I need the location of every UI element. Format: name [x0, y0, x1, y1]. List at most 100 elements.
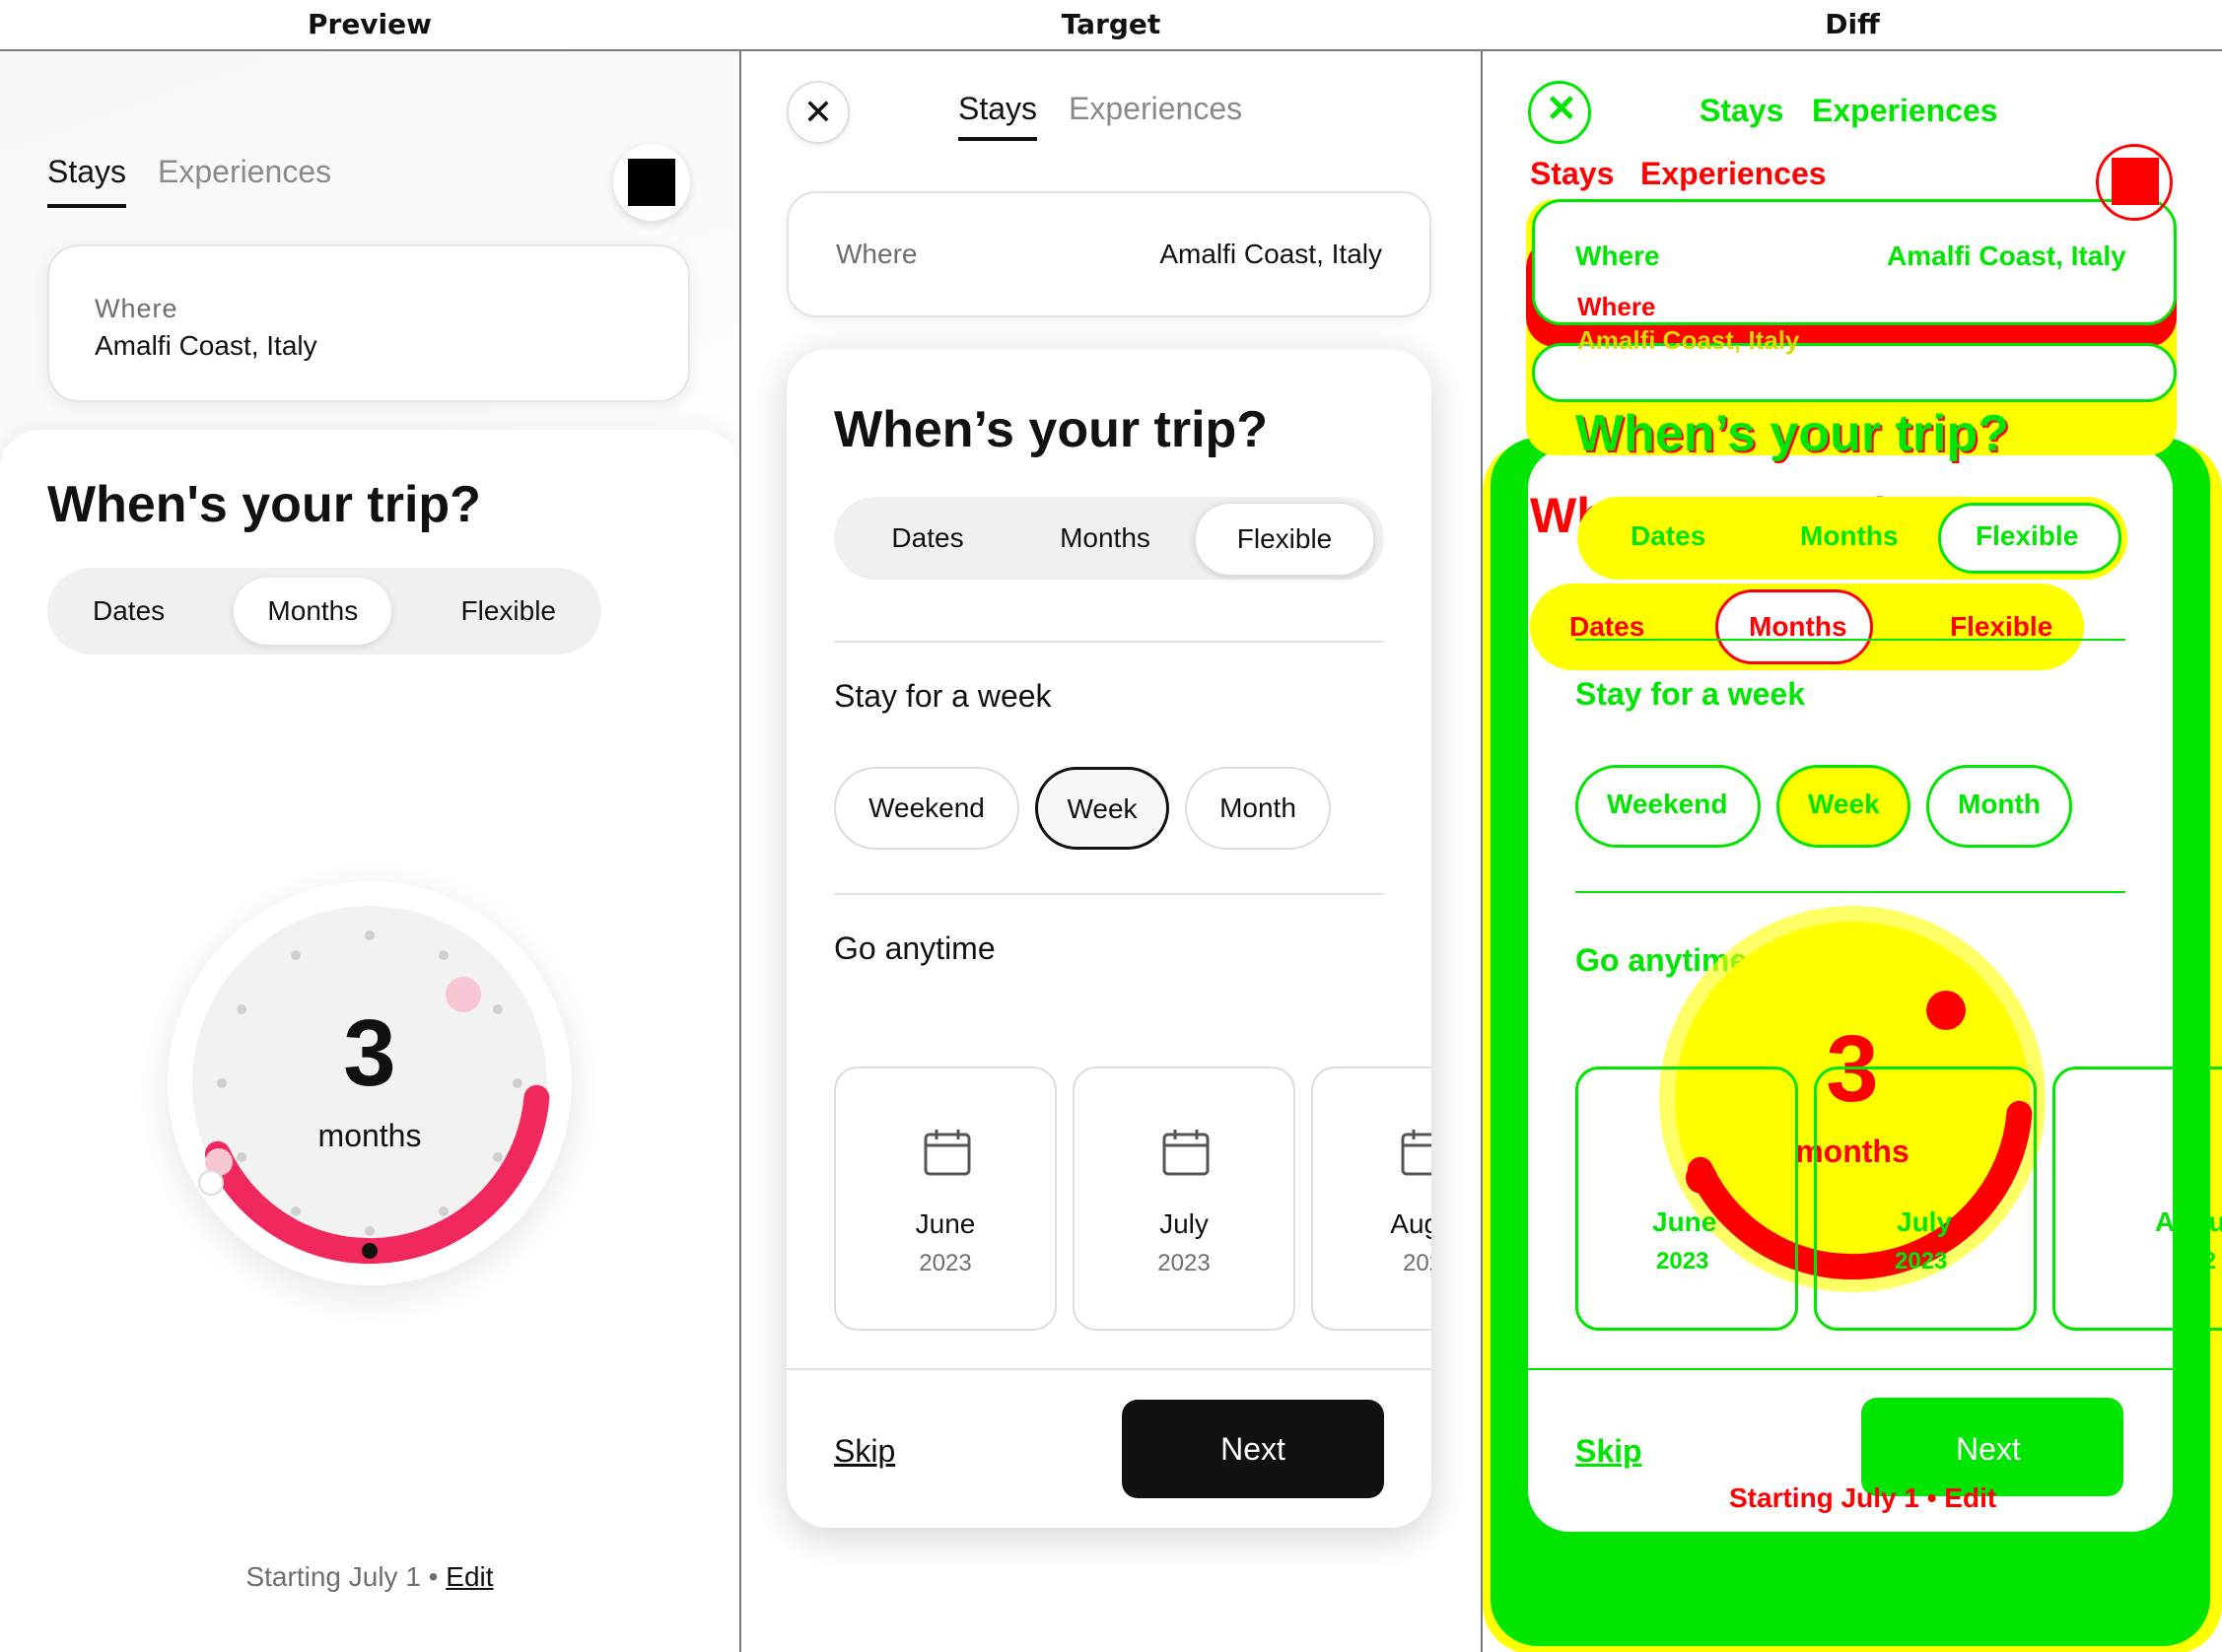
- tab-experiences[interactable]: Experiences: [158, 154, 331, 208]
- dial-tick: [365, 1226, 375, 1236]
- diff-footer-divider: [1528, 1368, 2173, 1370]
- target-tabs: Stays Experiences: [958, 91, 1242, 141]
- diff-tab-stays: Stays: [1700, 93, 1784, 128]
- where-label: Where: [836, 239, 918, 269]
- diff-month-year: 2023: [1895, 1248, 1948, 1274]
- target-panel-title: Target: [1061, 8, 1161, 40]
- starting-text: Starting July 1 • Edit: [0, 1561, 739, 1593]
- segment-months[interactable]: Months: [1011, 503, 1199, 574]
- diff-stay-heading: Stay for a week: [1575, 676, 1805, 712]
- preview-tabs: Stays Experiences: [47, 154, 331, 208]
- diff-where-value-yellow: Amalfi Coast, Italy: [1577, 325, 1800, 355]
- diff-starting: Starting July 1 • Edit: [1729, 1482, 1997, 1513]
- diff-month-name: Augu: [2155, 1206, 2222, 1237]
- preview-panel-title: Preview: [307, 8, 433, 40]
- diff-tab-stays-red: Stays: [1530, 156, 1615, 191]
- dial-value: 3: [343, 1000, 396, 1106]
- calendar-icon: [1401, 1130, 1431, 1176]
- square-icon: [2112, 158, 2159, 205]
- where-value: Amalfi Coast, Italy: [1159, 239, 1382, 269]
- diff-duration-weekend: Weekend: [1607, 789, 1728, 819]
- diff-month-card: [1575, 1067, 1798, 1331]
- month-card[interactable]: Augu 202: [1311, 1067, 1431, 1331]
- dial-unit: months: [317, 1118, 422, 1153]
- trip-heading: When's your trip?: [47, 476, 481, 533]
- square-icon: [628, 159, 675, 206]
- diff-panel: Where Amalfi Coast, Italy Where Amalfi C…: [1483, 51, 2222, 1652]
- tab-stays[interactable]: Stays: [47, 154, 127, 208]
- trip-sheet: When's your trip? Dates Months Flexible …: [0, 430, 739, 1652]
- diff-month-card: [1814, 1067, 2037, 1331]
- calendar-icon: [924, 1130, 971, 1176]
- diff-where-value: Amalfi Coast, Italy: [1887, 241, 2126, 271]
- preview-panel: Stays Experiences Where Amalfi Coast, It…: [0, 51, 739, 1652]
- duration-month[interactable]: Month: [1185, 767, 1331, 850]
- month-name: July: [1159, 1208, 1209, 1239]
- trip-heading: When’s your trip?: [834, 401, 1269, 458]
- dial-tick: [365, 930, 375, 940]
- month-year: 202: [1402, 1250, 1431, 1276]
- trip-sheet: When’s your trip? Dates Months Flexible …: [787, 349, 1431, 1528]
- diff-heading-green: When’s your trip?: [1575, 405, 2010, 462]
- diff-where-label-red: Where: [1577, 292, 1656, 321]
- diff-month-card: [2052, 1067, 2222, 1331]
- stay-heading: Stay for a week: [834, 678, 1052, 714]
- diff-divider: [1575, 891, 2125, 893]
- diff-duration-month: Month: [1958, 789, 2041, 819]
- duration-weekend[interactable]: Weekend: [834, 767, 1019, 850]
- footer-divider: [787, 1368, 1431, 1370]
- diff-month-year: 202: [2177, 1248, 2217, 1274]
- month-card[interactable]: June 2023: [834, 1067, 1057, 1331]
- target-panel: ✕ Stays Experiences Where Amalfi Coast, …: [741, 51, 1481, 1652]
- next-button[interactable]: Next: [1122, 1400, 1384, 1498]
- months-dial[interactable]: 3 months: [168, 881, 572, 1285]
- month-name: Augu: [1390, 1208, 1431, 1239]
- diff-month-name: June: [1652, 1206, 1717, 1237]
- dial-tick: [291, 1205, 301, 1216]
- diff-skip: Skip: [1575, 1433, 1642, 1469]
- where-value: Amalfi Coast, Italy: [95, 330, 317, 361]
- diff-tab-experiences-red: Experiences: [1640, 156, 1827, 191]
- close-button[interactable]: ✕: [787, 81, 850, 144]
- month-year: 2023: [1157, 1250, 1211, 1276]
- square-button[interactable]: [613, 144, 690, 221]
- dial-start-handle[interactable]: [198, 1170, 224, 1196]
- diff-seg-dates: Dates: [1631, 520, 1706, 551]
- month-name: June: [915, 1208, 976, 1239]
- where-card[interactable]: Where Amalfi Coast, Italy: [47, 244, 690, 402]
- date-mode-segmented-control: Dates Months Flexible: [834, 497, 1384, 580]
- diff-where-label: Where: [1575, 241, 1660, 271]
- tab-stays[interactable]: Stays: [958, 91, 1038, 141]
- month-year: 2023: [919, 1250, 972, 1276]
- diff-seg-months: Months: [1800, 520, 1899, 551]
- segment-dates[interactable]: Dates: [59, 578, 198, 645]
- segment-flexible[interactable]: Flexible: [428, 578, 590, 645]
- edit-link[interactable]: Edit: [446, 1561, 493, 1592]
- segment-months[interactable]: Months: [234, 578, 392, 645]
- dial-tick: [291, 950, 301, 961]
- where-card[interactable]: Where Amalfi Coast, Italy: [787, 191, 1431, 317]
- dial-center-dot: [362, 1243, 378, 1259]
- diff-divider: [1575, 639, 2125, 641]
- diff-month-year: 2023: [1656, 1248, 1709, 1274]
- month-card[interactable]: July 2023: [1073, 1067, 1295, 1331]
- calendar-icon: [1162, 1130, 1210, 1176]
- diff-duration-week: Week: [1808, 789, 1880, 819]
- diff-seg-flexible: Flexible: [1976, 520, 2079, 551]
- dial-tick: [439, 1205, 449, 1216]
- dial-tick: [439, 950, 449, 961]
- close-icon: ✕: [802, 92, 834, 132]
- segment-dates[interactable]: Dates: [834, 503, 1021, 574]
- date-mode-segmented-control: Dates Months Flexible: [47, 568, 601, 654]
- segment-flexible[interactable]: Flexible: [1195, 503, 1374, 576]
- tab-experiences[interactable]: Experiences: [1069, 91, 1242, 141]
- starting-label: Starting July 1 •: [245, 1561, 439, 1592]
- skip-link[interactable]: Skip: [834, 1433, 895, 1470]
- diff-tab-experiences: Experiences: [1812, 93, 1998, 128]
- go-heading: Go anytime: [834, 930, 996, 966]
- duration-week[interactable]: Week: [1035, 767, 1169, 850]
- diff-panel-title: Diff: [1825, 8, 1880, 40]
- diff-month-name: July: [1897, 1206, 1953, 1237]
- close-icon: ✕: [1546, 89, 1577, 130]
- section-divider: [834, 893, 1384, 895]
